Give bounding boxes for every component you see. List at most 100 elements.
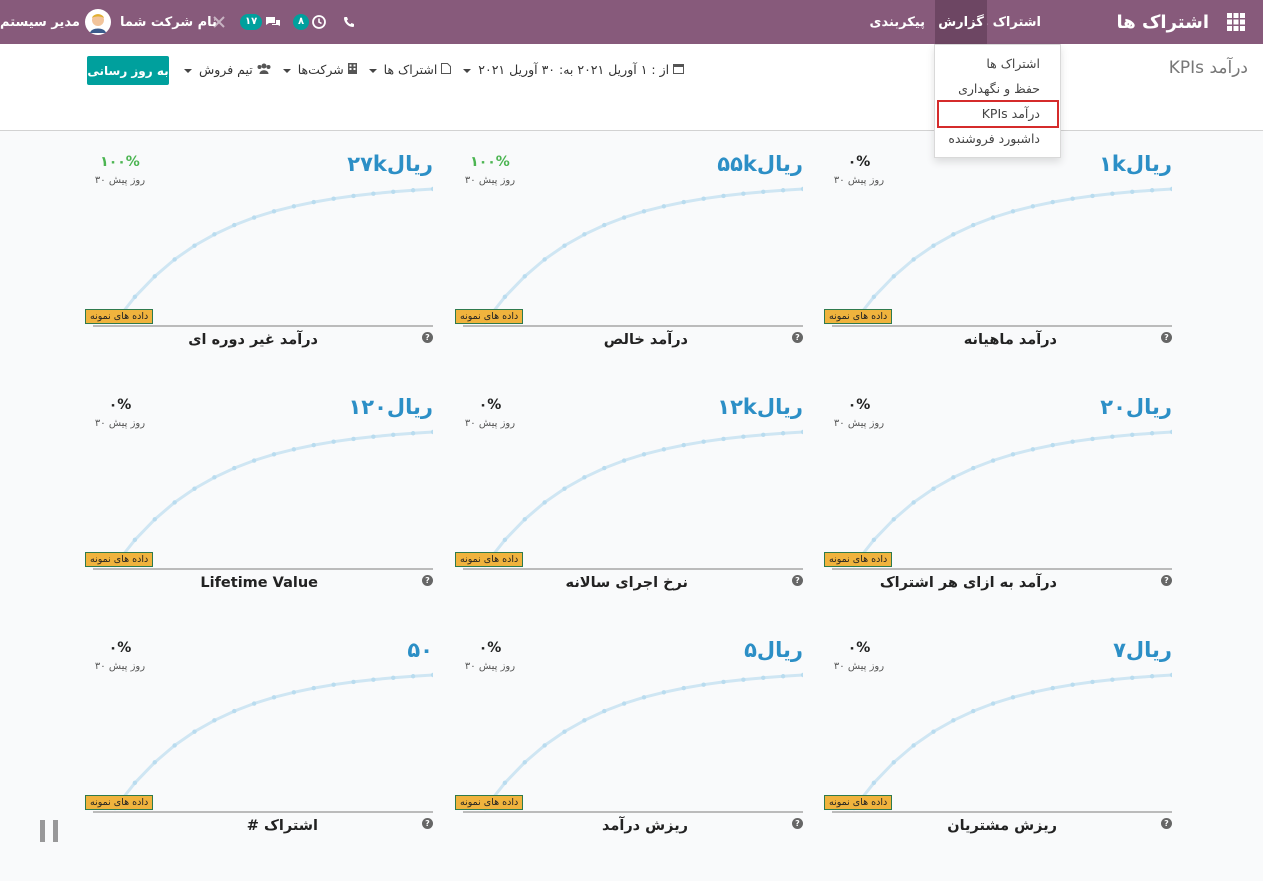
sample-data-badge: داده های نمونه [824,309,893,324]
sample-data-badge: داده های نمونه [455,552,524,567]
sparkline-point [1030,690,1036,695]
sparkline-path [483,187,803,323]
kpi-card[interactable]: ۱۲kریال ۰% ۳۰ روز پیش داده های نمونه نرخ اجر… [455,391,803,606]
subscriptions-filter[interactable]: اشتراک ها [361,62,452,77]
sparkline-point [331,196,336,201]
dropdown-item-subscriptions[interactable]: اشتراک ها [986,56,1040,71]
subscriptions-filter-label: اشتراک ها [383,62,438,77]
sparkline-point [371,434,376,439]
help-icon[interactable]: ? [422,575,433,586]
sparkline-point [1030,204,1036,209]
sparkline-point [251,458,257,463]
help-icon[interactable]: ? [422,818,433,829]
date-range-filter[interactable]: از : ۱ آوریل ۲۰۲۱ به: ۳۰ آوریل ۲۰۲۱ [455,62,685,77]
top-navbar: اشتراک ها اشتراک ها گزارش پیکربندی ۸ ۱۷ … [0,0,1263,44]
sparkline-path [113,430,433,566]
dropdown-item-retention[interactable]: حفظ و نگهداری [958,81,1040,96]
sparkline-point [891,274,896,279]
help-icon[interactable]: ? [792,818,803,829]
kpi-card[interactable]: ۲۷kریال ۱۰۰% ۳۰ روز پیش داده های نمونه درآمد… [85,148,433,363]
chart-axis [93,325,433,327]
help-icon[interactable]: ? [1161,818,1172,829]
chart-axis [463,811,803,813]
sparkline-point [522,274,527,279]
company-switcher[interactable]: نام شرکت شما [120,0,217,44]
sparkline-point [311,685,316,691]
kpi-title: درآمد غیر دوره ای [188,332,318,348]
menu-reporting[interactable]: گزارش [935,0,987,44]
help-icon[interactable]: ? [1161,332,1172,343]
dropdown-item-salesman-dashboard[interactable]: داشبورد فروشنده [948,131,1040,146]
user-menu[interactable]: مدیر سیستم [0,0,111,44]
messages-button[interactable]: ۱۷ [240,0,281,44]
kpi-comparison-label: ۳۰ روز پیش [94,661,146,672]
kpi-change: ۰% [108,640,132,656]
messages-count-badge: ۱۷ [240,14,263,30]
sparkline-point [602,222,607,228]
menu-configuration[interactable]: پیکربندی [870,0,925,44]
chart-axis [93,811,433,813]
sparkline-point [1010,452,1016,457]
sparkline-point [192,243,197,248]
sparkline-point [152,760,157,765]
kpi-change: ۰% [478,397,502,413]
kpi-value: ۵۵kریال [717,152,803,176]
sparkline-point [410,431,416,436]
help-icon[interactable]: ? [1161,575,1172,586]
chart-axis [832,568,1172,570]
help-icon[interactable]: ? [792,332,803,343]
calendar-icon [673,64,685,74]
sparkline-point [212,718,217,723]
dropdown-item-revenue-kpis[interactable]: KPIs درآمد [982,106,1040,121]
sales-team-filter[interactable]: تیم فروش [180,62,271,77]
sample-data-badge: داده های نمونه [85,309,154,324]
sparkline-point [542,743,547,748]
chevron-down-icon [184,68,192,73]
companies-filter[interactable]: شرکت‌ها [275,62,357,77]
sparkline-point [931,486,936,491]
sparkline-point [582,718,587,723]
kpi-title: درآمد ماهیانه [963,332,1057,348]
sparkline-point [391,189,396,194]
sparkline-point [701,196,706,201]
kpi-card[interactable]: ۵ریال ۰% ۳۰ روز پیش داده های نمونه ریزش درآم… [455,634,803,849]
kpi-card[interactable]: ۵۵kریال ۱۰۰% ۳۰ روز پیش داده های نمونه درآمد… [455,148,803,363]
sparkline-point [391,432,396,437]
activities-button[interactable]: ۸ [293,0,327,44]
sparkline-path [113,187,433,323]
kpi-card[interactable]: ۱۲۰ریال ۰% ۳۰ روز پیش داده های نمونه Lifetim… [85,391,433,606]
sparkline-point [371,677,376,682]
user-name: مدیر سیستم [0,14,80,30]
help-icon[interactable]: ? [792,575,803,586]
kpi-value: ۲۷kریال [347,152,433,176]
update-button[interactable]: به روز رسانی [87,56,169,85]
sparkline-point [701,439,706,444]
activity-count-badge: ۸ [293,14,310,30]
phone-icon[interactable] [343,0,355,44]
chart-axis [832,811,1172,813]
sparkline-path [852,430,1172,566]
sparkline-point [311,442,316,448]
sparkline-point [1050,199,1055,205]
kpi-title: ریزش مشتریان [947,818,1057,834]
sparkline-point [410,674,416,679]
chevron-down-icon [463,68,472,73]
help-icon[interactable]: ? [422,332,433,343]
clock-icon [312,15,327,29]
sparkline-point [562,243,567,248]
apps-menu-icon[interactable] [1227,0,1245,44]
kpi-card[interactable]: ۷ریال ۰% ۳۰ روز پیش داده های نمونه ریزش مشتر… [824,634,1172,849]
kpi-card[interactable]: ۱kریال ۰% ۳۰ روز پیش داده های نمونه درآمد ما… [824,148,1172,363]
sparkline-point [371,191,376,196]
kpi-card[interactable]: ۲۰ریال ۰% ۳۰ روز پیش داده های نمونه درآمد به… [824,391,1172,606]
sparkline-point [761,189,766,194]
kpi-change: ۰% [847,154,871,170]
sparkline-point [681,685,686,691]
sparkline-point [911,257,916,262]
sparkline-point [502,294,508,300]
sparkline-point [1010,209,1016,214]
sample-data-badge: داده های نمونه [455,795,524,810]
kpi-value: ۱۲۰ریال [348,395,433,419]
kpi-card[interactable]: ۵۰ ۰% ۳۰ روز پیش داده های نمونه # اشتراک? [85,634,433,849]
sparkline-point [1110,434,1115,439]
